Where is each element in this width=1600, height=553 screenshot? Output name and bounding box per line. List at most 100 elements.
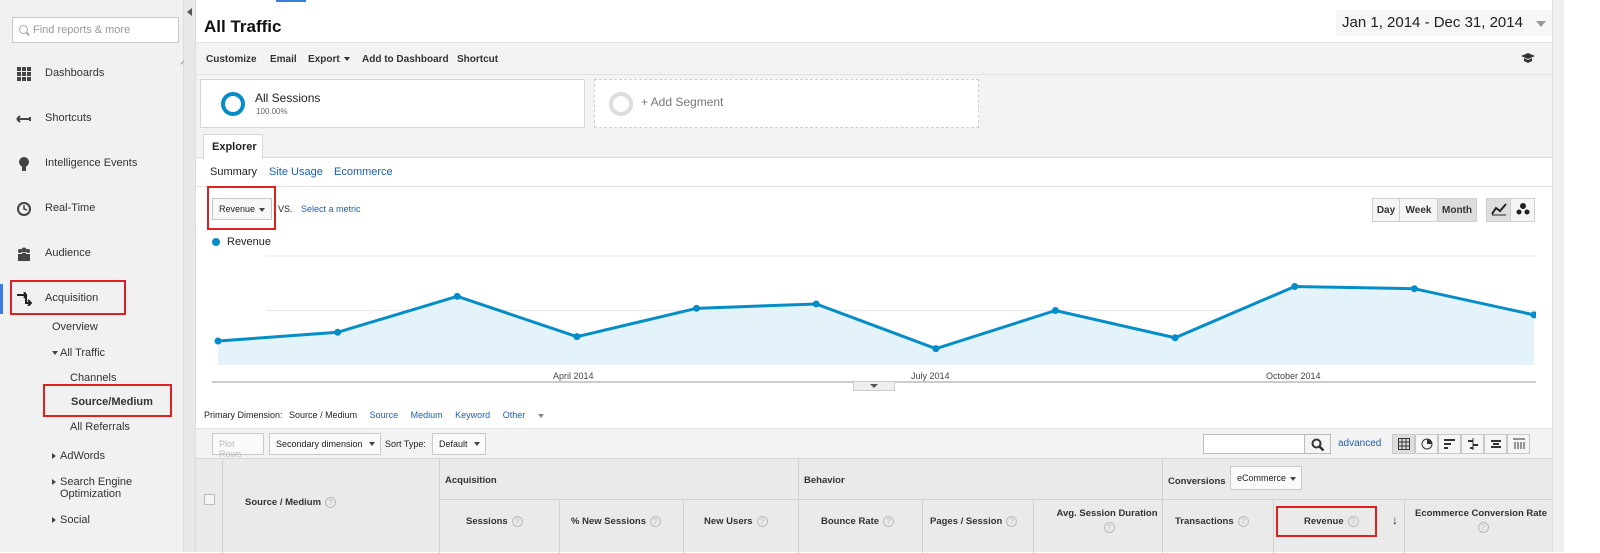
- graduation-cap-icon[interactable]: [1521, 53, 1535, 63]
- column-source-medium[interactable]: Source / Medium?: [245, 497, 337, 508]
- top-accent: [276, 0, 306, 2]
- sidebar-subitem-label: Social: [60, 514, 90, 526]
- chart-resize-handle[interactable]: [853, 381, 895, 391]
- data-point[interactable]: [693, 304, 701, 312]
- help-icon[interactable]: ?: [511, 516, 523, 527]
- conversions-goal-select[interactable]: eCommerce: [1230, 466, 1302, 490]
- column-sessions[interactable]: Sessions?: [466, 516, 523, 527]
- sidebar-subitem-social[interactable]: Social: [52, 514, 90, 526]
- sidebar-subitem-overview[interactable]: Overview: [52, 321, 98, 333]
- report-toolbar: Customize Email Export Add to Dashboard …: [196, 42, 1556, 75]
- sidebar-collapse-toggle[interactable]: [184, 0, 196, 552]
- date-range-picker[interactable]: Jan 1, 2014 - Dec 31, 2014: [1336, 10, 1552, 36]
- data-point[interactable]: [1171, 334, 1179, 342]
- sidebar-item-intelligence-events[interactable]: Intelligence Events: [0, 144, 183, 184]
- column-new-sessions[interactable]: % New Sessions?: [571, 516, 661, 527]
- shortcut-button[interactable]: Shortcut: [457, 54, 498, 65]
- data-point[interactable]: [214, 337, 222, 345]
- help-icon[interactable]: ?: [1237, 516, 1249, 527]
- line-chart-toggle[interactable]: [1486, 198, 1511, 222]
- column-bounce-rate[interactable]: Bounce Rate?: [821, 516, 895, 527]
- column-ecommerce-conversion-rate[interactable]: Ecommerce Conversion Rate?: [1408, 507, 1554, 535]
- primary-dimension-source[interactable]: Source: [370, 410, 399, 420]
- day-button[interactable]: Day: [1372, 198, 1400, 222]
- primary-dimension-other[interactable]: Other: [503, 410, 554, 420]
- help-icon[interactable]: ?: [1006, 516, 1018, 527]
- expand-right-icon: [52, 479, 56, 486]
- pivot-view-button[interactable]: [1507, 434, 1530, 454]
- expand-right-icon: [52, 453, 56, 460]
- help-icon[interactable]: ?: [1103, 521, 1115, 533]
- sidebar-subitem-all-referrals[interactable]: All Referrals: [70, 421, 130, 433]
- data-point[interactable]: [1051, 307, 1059, 314]
- help-icon[interactable]: ?: [883, 516, 895, 527]
- add-segment-button[interactable]: + Add Segment: [594, 79, 979, 128]
- pie-view-button[interactable]: [1415, 434, 1438, 454]
- sidebar-item-label: Audience: [45, 247, 91, 259]
- chevron-down-icon: [343, 57, 350, 62]
- primary-dimension-other-label: Other: [502, 410, 526, 420]
- customize-button[interactable]: Customize: [206, 54, 257, 65]
- divider: [1273, 499, 1274, 553]
- column-pages-session[interactable]: Pages / Session?: [930, 516, 1018, 528]
- divider: [559, 499, 560, 553]
- sidebar-subitem-all-traffic[interactable]: All Traffic: [52, 347, 105, 359]
- sidebar-item-realtime[interactable]: Real-Time: [0, 189, 183, 229]
- divider: [196, 186, 1556, 187]
- primary-dimension-medium[interactable]: Medium: [411, 410, 443, 420]
- subtab-summary[interactable]: Summary: [210, 166, 257, 178]
- column-transactions[interactable]: Transactions?: [1175, 516, 1249, 527]
- select-all-checkbox[interactable]: [204, 494, 215, 505]
- help-icon[interactable]: ?: [325, 497, 337, 508]
- help-icon[interactable]: ?: [649, 516, 661, 527]
- sidebar-subitem-channels[interactable]: Channels: [70, 372, 116, 384]
- primary-dimension-keyword[interactable]: Keyword: [455, 410, 490, 420]
- data-point[interactable]: [1291, 283, 1299, 291]
- x-tick-label: July 2014: [911, 371, 950, 381]
- sidebar-item-dashboards[interactable]: Dashboards: [0, 54, 183, 94]
- vertical-scrollbar[interactable]: [1552, 0, 1564, 552]
- subtab-site-usage[interactable]: Site Usage: [269, 166, 323, 178]
- data-point[interactable]: [1410, 285, 1418, 293]
- segment-all-sessions[interactable]: All Sessions 100.00%: [200, 79, 585, 128]
- lightbulb-icon: [19, 157, 29, 171]
- column-new-users[interactable]: New Users?: [704, 516, 768, 527]
- advanced-link[interactable]: advanced: [1338, 438, 1381, 449]
- tab-explorer[interactable]: Explorer: [203, 134, 263, 159]
- table-view-button[interactable]: [1392, 434, 1415, 454]
- sidebar-subitem-adwords[interactable]: AdWords: [52, 450, 105, 462]
- help-icon[interactable]: ?: [756, 516, 768, 527]
- email-button[interactable]: Email: [270, 54, 297, 65]
- sidebar-item-audience[interactable]: Audience: [0, 234, 183, 274]
- sidebar-item-shortcuts[interactable]: Shortcuts: [0, 99, 183, 139]
- table-search-button[interactable]: [1304, 434, 1331, 454]
- help-icon[interactable]: ?: [1477, 521, 1489, 533]
- data-point[interactable]: [453, 292, 461, 300]
- plot-rows-button[interactable]: Plot Rows: [212, 433, 264, 459]
- export-button[interactable]: Export: [308, 54, 350, 65]
- data-point[interactable]: [334, 328, 342, 336]
- add-to-dashboard-button[interactable]: Add to Dashboard: [362, 54, 449, 65]
- sidebar-subitem-seo[interactable]: Search Engine Optimization: [52, 476, 132, 500]
- secondary-dimension-select[interactable]: Secondary dimension: [269, 433, 381, 455]
- term-cloud-view-button[interactable]: [1484, 434, 1507, 454]
- sidebar-item-label: Real-Time: [45, 202, 96, 214]
- column-label: Pages / Session: [930, 516, 1003, 528]
- sort-type-select[interactable]: Default: [432, 433, 486, 455]
- divider: [683, 499, 684, 553]
- comparison-view-button[interactable]: [1461, 434, 1484, 454]
- performance-view-button[interactable]: [1438, 434, 1461, 454]
- week-button[interactable]: Week: [1399, 198, 1438, 222]
- motion-chart-toggle[interactable]: [1510, 198, 1535, 222]
- subtab-ecommerce[interactable]: Ecommerce: [334, 166, 393, 178]
- primary-dimension-active[interactable]: Source / Medium: [289, 410, 357, 420]
- month-button[interactable]: Month: [1437, 198, 1477, 222]
- data-point[interactable]: [573, 333, 581, 341]
- chevron-down-icon: [1290, 477, 1296, 481]
- column-avg-session-duration[interactable]: Avg. Session Duration?: [1047, 507, 1167, 535]
- data-point[interactable]: [932, 345, 940, 353]
- sort-descending-icon[interactable]: ↓: [1392, 513, 1398, 527]
- select-metric-link[interactable]: Select a metric: [301, 204, 361, 214]
- data-point[interactable]: [812, 300, 820, 308]
- search-input[interactable]: Find reports & more: [12, 17, 179, 43]
